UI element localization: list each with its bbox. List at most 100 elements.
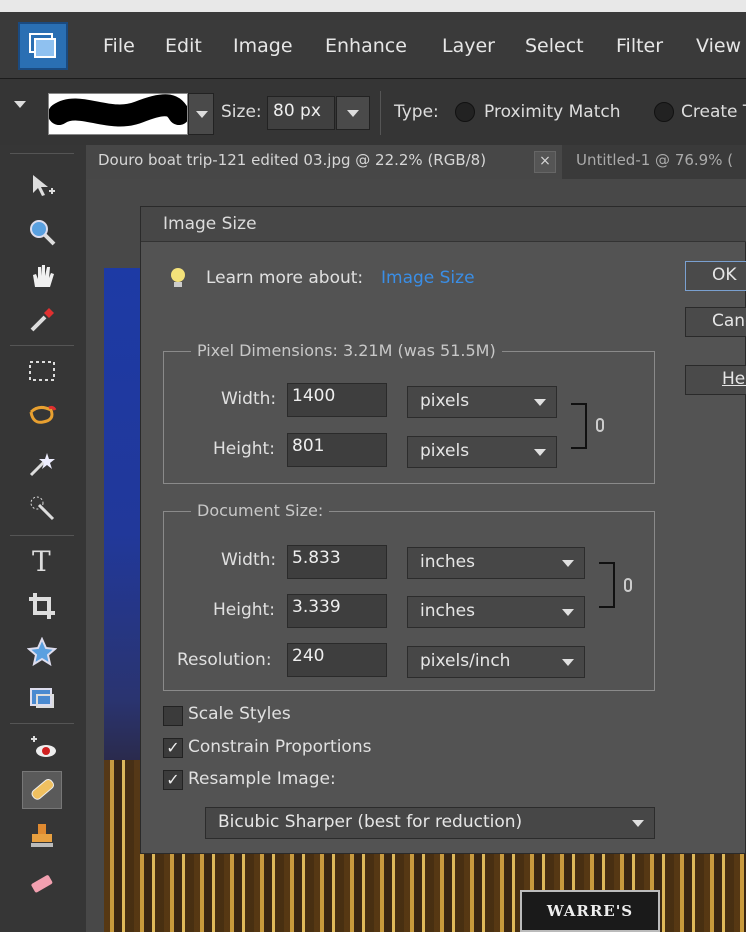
dialog-title: Image Size	[163, 214, 257, 234]
checkmark-icon: ✓	[166, 738, 180, 757]
eyedropper-tool-icon[interactable]	[22, 301, 62, 339]
move-tool-icon[interactable]	[22, 167, 62, 205]
pixel-height-unit-select[interactable]: pixels	[407, 436, 557, 468]
constrain-proportions-label: Constrain Proportions	[188, 737, 372, 757]
custom-shape-tool-icon[interactable]	[22, 633, 62, 671]
hand-tool-icon[interactable]	[22, 257, 62, 295]
divider	[380, 91, 381, 135]
doc-constrain-bracket	[599, 562, 615, 608]
ok-button[interactable]: OK	[685, 261, 746, 291]
select-value: pixels	[420, 391, 470, 411]
select-value: pixels	[420, 441, 470, 461]
pixel-width-label: Width:	[221, 389, 277, 409]
lightbulb-icon	[168, 267, 188, 296]
divider	[10, 345, 74, 346]
quick-selection-tool-icon[interactable]	[22, 489, 62, 527]
learn-more-label: Learn more about:	[206, 268, 364, 288]
doc-height-input[interactable]: 3.339	[287, 594, 387, 628]
select-value: Bicubic Sharper (best for reduction)	[218, 812, 523, 832]
pixel-width-unit-select[interactable]: pixels	[407, 386, 557, 418]
tool-preset-arrow-icon[interactable]	[14, 101, 26, 108]
doc-width-unit-select[interactable]: inches	[407, 547, 585, 579]
divider	[10, 723, 74, 724]
chevron-down-icon	[196, 111, 208, 118]
chevron-down-icon	[562, 659, 574, 666]
brush-preview[interactable]	[48, 93, 190, 135]
chain-link-icon	[624, 578, 632, 592]
window-top-edge	[0, 0, 746, 12]
checkmark-icon: ✓	[166, 770, 180, 789]
red-eye-tool-icon[interactable]	[22, 729, 62, 767]
document-size-legend: Document Size:	[191, 501, 330, 520]
doc-width-label: Width:	[221, 550, 277, 570]
scale-styles-checkbox[interactable]	[163, 706, 183, 726]
tab-untitled-1[interactable]: Untitled-1 @ 76.9% (	[576, 145, 746, 179]
doc-height-unit-select[interactable]: inches	[407, 596, 585, 628]
learn-more-link[interactable]: Image Size	[381, 268, 475, 288]
image-size-dialog: Image Size Learn more about: Image Size …	[140, 206, 746, 854]
resolution-unit-select[interactable]: pixels/inch	[407, 646, 585, 678]
clone-stamp-tool-icon[interactable]	[22, 817, 62, 855]
tab-douro-boat-trip[interactable]: Douro boat trip-121 edited 03.jpg @ 22.2…	[86, 145, 562, 179]
menu-file[interactable]: File	[103, 35, 135, 57]
brush-picker-button[interactable]	[188, 93, 214, 135]
scale-styles-label: Scale Styles	[188, 704, 291, 724]
menu-select[interactable]: Select	[525, 35, 584, 57]
chevron-down-icon	[347, 110, 359, 117]
chevron-down-icon	[562, 609, 574, 616]
eraser-tool-icon[interactable]	[22, 867, 62, 905]
menu-layer[interactable]: Layer	[442, 35, 495, 57]
resample-image-checkbox[interactable]: ✓	[163, 770, 183, 790]
doc-width-input[interactable]: 5.833	[287, 545, 387, 579]
chevron-down-icon	[632, 820, 644, 827]
lasso-tool-icon[interactable]	[22, 398, 62, 436]
resolution-input[interactable]: 240	[287, 643, 387, 677]
magic-wand-tool-icon[interactable]	[22, 445, 62, 483]
tab-label: Untitled-1 @ 76.9% (	[576, 151, 734, 169]
pixel-height-input[interactable]: 801	[287, 433, 387, 467]
chevron-down-icon	[562, 560, 574, 567]
menu-enhance[interactable]: Enhance	[325, 35, 407, 57]
chevron-down-icon	[534, 449, 546, 456]
image-sign-text: WARRE'S	[520, 890, 660, 932]
shape-tool-icon[interactable]	[22, 679, 62, 717]
menu-view[interactable]: View	[696, 35, 741, 57]
pixel-constrain-bracket	[571, 403, 587, 449]
pixel-dimensions-legend: Pixel Dimensions: 3.21M (was 51.5M)	[191, 341, 502, 360]
crop-tool-icon[interactable]	[22, 587, 62, 625]
type-label: Type:	[394, 102, 439, 122]
proximity-match-radio[interactable]	[455, 102, 475, 122]
toolbox: T	[0, 145, 87, 932]
size-slider-button[interactable]	[336, 96, 370, 130]
spot-healing-brush-tool-icon[interactable]	[22, 771, 62, 809]
select-value: inches	[420, 601, 475, 621]
svg-text:T: T	[32, 545, 51, 575]
constrain-proportions-checkbox[interactable]: ✓	[163, 738, 183, 758]
rectangular-marquee-tool-icon[interactable]	[22, 352, 62, 390]
app-logo-icon[interactable]	[18, 22, 68, 70]
size-input[interactable]: 80 px	[267, 96, 335, 130]
divider	[10, 535, 74, 536]
chevron-down-icon	[534, 399, 546, 406]
dialog-title-bar[interactable]: Image Size	[141, 207, 746, 242]
create-texture-radio[interactable]	[654, 102, 674, 122]
resample-method-select[interactable]: Bicubic Sharper (best for reduction)	[205, 807, 655, 839]
menu-filter[interactable]: Filter	[616, 35, 663, 57]
pixel-width-input[interactable]: 1400	[287, 383, 387, 417]
cancel-button[interactable]: Cancel	[685, 307, 746, 337]
type-tool-icon[interactable]: T	[22, 541, 62, 579]
help-button[interactable]: Help	[685, 365, 746, 395]
resolution-label: Resolution:	[177, 650, 272, 670]
menu-edit[interactable]: Edit	[165, 35, 202, 57]
create-texture-label: Create T	[681, 102, 746, 122]
size-label: Size:	[221, 102, 262, 122]
menu-image[interactable]: Image	[233, 35, 293, 57]
tool-options-bar: Size: 80 px Type: Proximity Match Create…	[0, 79, 746, 146]
tab-close-icon[interactable]: ×	[534, 151, 556, 173]
document-tab-bar: Douro boat trip-121 edited 03.jpg @ 22.2…	[86, 145, 746, 180]
pixel-height-label: Height:	[213, 439, 275, 459]
doc-height-label: Height:	[213, 600, 275, 620]
zoom-tool-icon[interactable]	[22, 213, 62, 251]
tab-label: Douro boat trip-121 edited 03.jpg @ 22.2…	[98, 151, 487, 169]
select-value: inches	[420, 552, 475, 572]
